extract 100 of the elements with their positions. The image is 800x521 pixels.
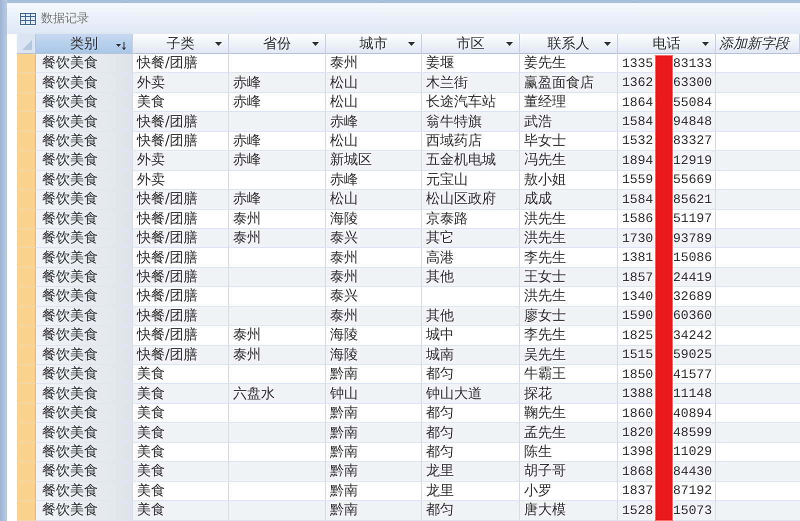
row-selector[interactable] — [17, 365, 36, 384]
dropdown-icon[interactable] — [215, 42, 222, 46]
column-header[interactable]: 城市 — [326, 34, 422, 54]
phone-end: 34242 — [673, 328, 712, 343]
table-cell: 快餐/团膳 — [133, 190, 229, 210]
column-header[interactable]: 市区 — [422, 34, 520, 54]
phone-start: 1559 — [622, 172, 654, 188]
phone-end: 87192 — [673, 483, 712, 498]
table-cell: 黔南 — [326, 501, 422, 520]
row-selector[interactable] — [17, 287, 36, 307]
row-selector[interactable] — [17, 190, 36, 210]
row-selector[interactable] — [17, 306, 36, 326]
table-cell: 餐饮美食 — [36, 423, 133, 443]
phone-end: 83133 — [673, 56, 712, 71]
row-selector[interactable] — [17, 151, 36, 171]
phone-end: 94848 — [673, 114, 712, 130]
phone-end: 24419 — [673, 270, 712, 285]
row-selector[interactable] — [17, 423, 36, 443]
phone-start: 1825 — [622, 328, 654, 343]
row-selector[interactable] — [17, 268, 36, 288]
sort-filter-icon[interactable] — [116, 42, 126, 50]
row-selector[interactable] — [17, 132, 36, 152]
row-selector[interactable] — [17, 442, 36, 462]
table-cell: 赢盈面食店 — [520, 73, 618, 93]
row-selector[interactable] — [17, 248, 36, 268]
table-cell: 快餐/团膳 — [133, 268, 229, 288]
table-cell: 都匀 — [422, 423, 520, 443]
row-selector[interactable] — [17, 482, 36, 502]
table-cell: 钟山 — [326, 384, 422, 404]
table-cell: 餐饮美食 — [36, 54, 133, 74]
column-header[interactable]: 类别 — [36, 34, 133, 54]
row-selector[interactable] — [17, 228, 36, 248]
dropdown-icon[interactable] — [604, 42, 611, 46]
table-cell: 海陵 — [326, 346, 422, 365]
phone-end: 60360 — [673, 308, 712, 324]
table-cell: 美食 — [133, 501, 229, 520]
phone-end: 84430 — [673, 464, 712, 479]
table-cell: 美食 — [133, 384, 229, 404]
phone-end: 15073 — [673, 502, 712, 518]
table-cell: 洪先生 — [520, 228, 618, 248]
column-header[interactable]: 联系人 — [520, 34, 618, 54]
phone-start: 1850 — [622, 366, 654, 382]
table-cell: 廖女士 — [520, 306, 618, 326]
row-selector[interactable] — [17, 54, 36, 74]
phone-start: 1584 — [622, 114, 654, 130]
row-selector[interactable] — [17, 501, 36, 520]
table-cell: 松山区政府 — [422, 190, 520, 210]
table-cell: 新城区 — [326, 151, 422, 171]
row-selector[interactable] — [17, 112, 36, 132]
table-cell: 泰兴 — [326, 228, 422, 248]
phone-start: 1381 — [622, 250, 654, 266]
column-header[interactable]: 省份 — [229, 34, 326, 54]
column-header[interactable]: 子类 — [133, 34, 229, 54]
table-cell: 餐饮美食 — [36, 384, 133, 404]
phone-start: 1528 — [622, 502, 654, 518]
table-cell: 餐饮美食 — [36, 287, 133, 307]
row-selector[interactable] — [17, 326, 36, 346]
column-header[interactable]: 电话 — [618, 34, 716, 54]
table-cell: 餐饮美食 — [36, 73, 133, 93]
table-cell: 赤峰 — [229, 190, 326, 210]
row-selector[interactable] — [17, 404, 36, 424]
table-cell: 餐饮美食 — [36, 210, 133, 229]
table-cell: 餐饮美食 — [36, 248, 133, 268]
phone-start: 1837 — [622, 483, 654, 498]
phone-end: 15086 — [673, 250, 712, 266]
row-selector[interactable] — [17, 73, 36, 93]
column-header[interactable]: 添加新字段 — [716, 34, 800, 54]
table-cell: 王女士 — [520, 268, 618, 288]
row-selector[interactable] — [17, 170, 36, 190]
table-cell: 唐大模 — [520, 501, 618, 520]
table-cell: 餐饮美食 — [36, 132, 133, 152]
row-selector[interactable] — [17, 210, 36, 229]
table-cell: 餐饮美食 — [36, 346, 133, 365]
select-all-button[interactable] — [17, 34, 36, 54]
dropdown-icon[interactable] — [506, 42, 513, 46]
phone-end: 12919 — [673, 152, 712, 168]
phone-start: 1362 — [622, 75, 654, 90]
dropdown-icon[interactable] — [702, 42, 709, 46]
row-selector[interactable] — [17, 462, 36, 482]
row-selector[interactable] — [17, 346, 36, 365]
dropdown-icon[interactable] — [408, 42, 415, 46]
table-cell: 成成 — [520, 190, 618, 210]
table-cell: 武浩 — [520, 112, 618, 132]
table-cell: 餐饮美食 — [36, 268, 133, 288]
table-cell: 快餐/团膳 — [133, 306, 229, 326]
table-cell: 餐饮美食 — [36, 306, 133, 326]
phone-start: 1857 — [622, 270, 654, 285]
phone-start: 1730 — [622, 230, 654, 246]
phone-end: 93789 — [673, 230, 712, 246]
dropdown-icon[interactable] — [312, 42, 319, 46]
row-selector[interactable] — [17, 384, 36, 404]
table-cell: 松山 — [326, 190, 422, 210]
phone-end: 32689 — [673, 288, 712, 304]
row-selector[interactable] — [17, 92, 36, 112]
table-cell: 餐饮美食 — [36, 326, 133, 346]
corner-triangle-icon — [22, 40, 32, 50]
table-cell: 赤峰 — [326, 112, 422, 132]
phone-start: 1340 — [622, 288, 654, 304]
phone-end: 40894 — [673, 406, 712, 421]
table-cell: 餐饮美食 — [36, 190, 133, 210]
